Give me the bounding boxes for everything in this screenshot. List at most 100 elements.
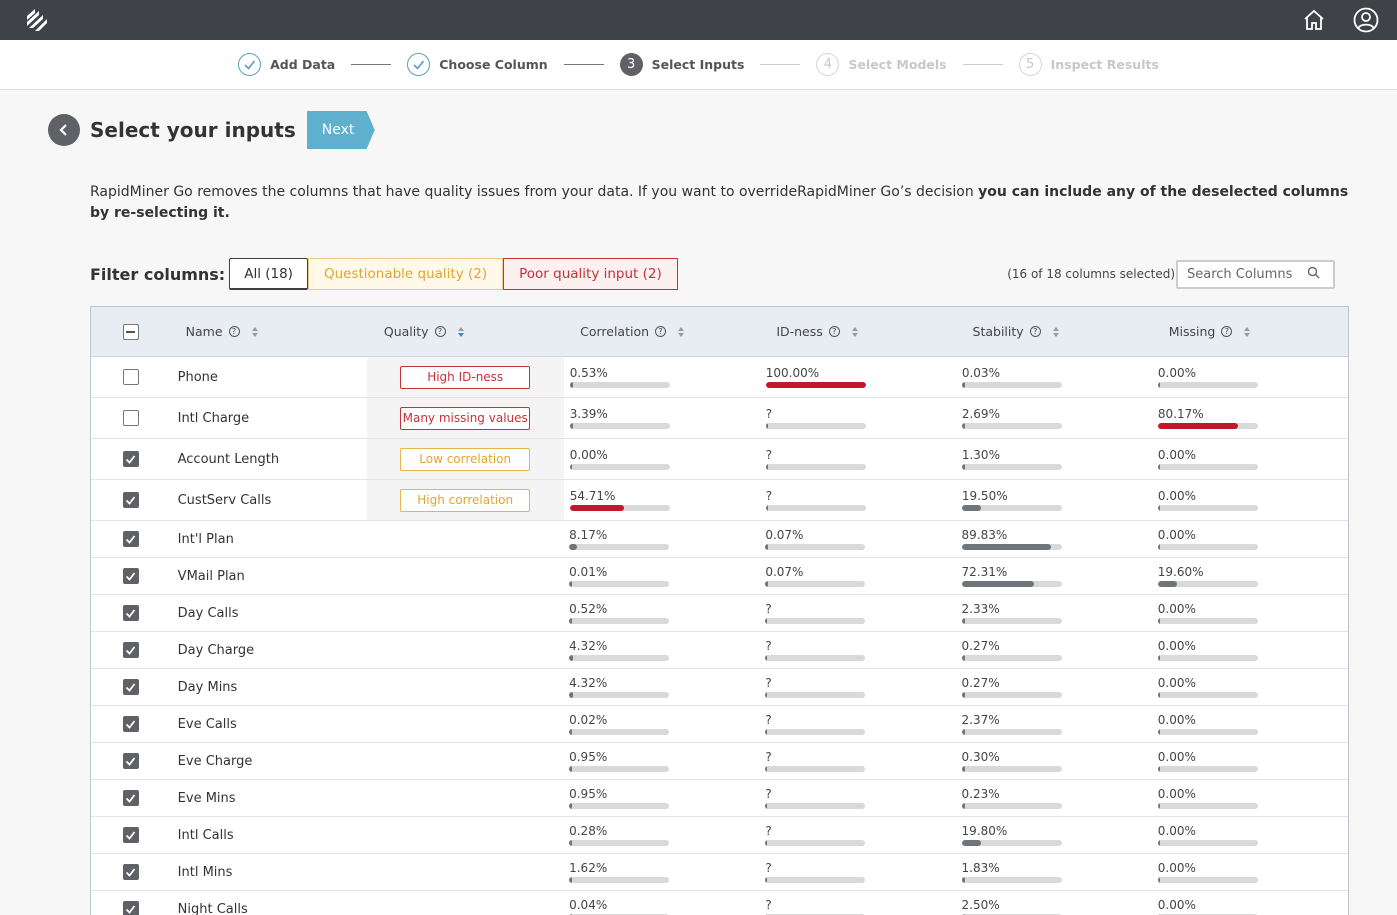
step-label: Inspect Results: [1050, 57, 1159, 72]
filter-poor-button[interactable]: Poor quality input (2): [503, 258, 678, 290]
stability-cell: 2.37%: [956, 713, 1152, 735]
back-button[interactable]: [48, 114, 80, 146]
column-name: Intl Mins: [177, 864, 233, 880]
row-checkbox[interactable]: [122, 827, 139, 843]
help-icon[interactable]: ?: [1029, 326, 1041, 337]
stability-bar: [961, 463, 1062, 470]
header-name[interactable]: Name?: [171, 324, 367, 339]
help-icon[interactable]: ?: [655, 326, 667, 337]
stability-bar: [961, 839, 1062, 846]
correlation-cell: 0.00%: [564, 447, 760, 470]
stability-bar: [961, 617, 1062, 624]
sort-icon[interactable]: [1244, 326, 1251, 337]
help-icon[interactable]: ?: [1221, 326, 1233, 337]
help-icon[interactable]: ?: [434, 326, 446, 337]
correlation-cell: 4.32%: [563, 639, 759, 661]
stability-cell: 19.80%: [956, 824, 1152, 846]
row-checkbox[interactable]: [122, 716, 139, 732]
idness-bar: [765, 876, 866, 883]
correlation-cell: 0.53%: [564, 366, 760, 388]
next-button[interactable]: Next: [306, 111, 375, 149]
idness-bar: [765, 802, 866, 809]
sort-icon[interactable]: [678, 326, 685, 337]
correlation-value: 0.00%: [569, 447, 608, 462]
step-label: Add Data: [270, 57, 336, 72]
row-checkbox[interactable]: [122, 790, 139, 806]
header-missing[interactable]: Missing?: [1152, 324, 1348, 339]
select-all-checkbox[interactable]: [122, 323, 139, 340]
correlation-cell: 0.95%: [563, 787, 759, 809]
row-checkbox[interactable]: [122, 410, 139, 426]
missing-value: 0.00%: [1157, 527, 1196, 542]
sort-icon[interactable]: [1052, 326, 1059, 337]
rapidminer-logo-icon[interactable]: [24, 7, 50, 33]
user-account-icon[interactable]: [1353, 7, 1379, 33]
step-label: Choose Column: [439, 57, 548, 72]
row-checkbox[interactable]: [122, 642, 139, 658]
stability-cell: 1.30%: [956, 448, 1152, 470]
stability-bar: [961, 543, 1062, 550]
help-icon[interactable]: ?: [828, 326, 840, 337]
search-box[interactable]: [1176, 259, 1335, 289]
sort-icon[interactable]: [251, 326, 258, 337]
stability-cell: 2.69%: [956, 407, 1152, 429]
column-name: Eve Charge: [177, 753, 253, 769]
correlation-cell: 0.01%: [563, 565, 759, 587]
header-stability[interactable]: Stability?: [956, 324, 1152, 339]
stability-bar: [961, 765, 1062, 772]
row-checkbox[interactable]: [122, 568, 139, 584]
stability-value: 0.30%: [961, 749, 1000, 764]
missing-cell: 0.00%: [1152, 448, 1348, 470]
row-checkbox[interactable]: [122, 492, 139, 508]
missing-cell: 0.00%: [1152, 787, 1348, 809]
row-checkbox[interactable]: [122, 605, 139, 621]
sort-icon[interactable]: [851, 326, 858, 337]
stability-bar: [961, 422, 1062, 429]
idness-value: ?: [765, 488, 773, 503]
idness-cell: ?: [759, 824, 955, 846]
correlation-cell: 0.52%: [563, 602, 759, 624]
row-checkbox[interactable]: [122, 531, 139, 547]
header-quality[interactable]: Quality?: [367, 324, 563, 339]
correlation-value: 54.71%: [569, 488, 616, 503]
row-checkbox[interactable]: [122, 451, 139, 467]
row-checkbox[interactable]: [122, 901, 139, 915]
stability-cell: 19.50%: [956, 489, 1152, 511]
row-checkbox[interactable]: [122, 753, 139, 769]
help-icon[interactable]: ?: [228, 326, 240, 337]
correlation-bar: [569, 839, 670, 846]
correlation-bar: [569, 381, 670, 388]
correlation-bar: [569, 728, 670, 735]
step-1[interactable]: Add Data: [238, 53, 335, 76]
step-2[interactable]: Choose Column: [407, 53, 548, 76]
row-checkbox[interactable]: [122, 369, 139, 385]
checkmark-icon: [238, 53, 262, 76]
row-checkbox[interactable]: [122, 679, 139, 695]
missing-bar: [1157, 504, 1258, 511]
step-connector: [351, 64, 392, 65]
header-correlation[interactable]: Correlation?: [563, 324, 759, 339]
idness-value: ?: [765, 712, 772, 727]
idness-value: ?: [765, 897, 772, 912]
row-checkbox[interactable]: [122, 864, 139, 880]
missing-value: 0.00%: [1157, 823, 1196, 838]
header-idness[interactable]: ID-ness?: [759, 324, 955, 339]
filter-bar: Filter columns: All (18) Questionable qu…: [90, 258, 1335, 290]
correlation-value: 0.28%: [569, 823, 608, 838]
missing-bar: [1157, 802, 1258, 809]
idness-bar: [765, 422, 866, 429]
stability-value: 0.27%: [961, 638, 1000, 653]
filter-all-button[interactable]: All (18): [229, 258, 308, 290]
stability-cell: 0.30%: [956, 749, 1152, 772]
column-name: Int'l Plan: [177, 531, 234, 547]
home-icon[interactable]: [1301, 7, 1327, 33]
step-3[interactable]: 3 Select Inputs: [619, 53, 744, 76]
idness-cell: ?: [759, 787, 955, 809]
search-icon[interactable]: [1307, 266, 1320, 283]
sort-icon[interactable]: [457, 326, 464, 337]
correlation-value: 0.02%: [569, 712, 608, 727]
missing-cell: 80.17%: [1152, 407, 1348, 429]
step-5: 5 Inspect Results: [1018, 53, 1159, 76]
search-input[interactable]: [1187, 266, 1307, 282]
filter-questionable-button[interactable]: Questionable quality (2): [307, 258, 504, 290]
